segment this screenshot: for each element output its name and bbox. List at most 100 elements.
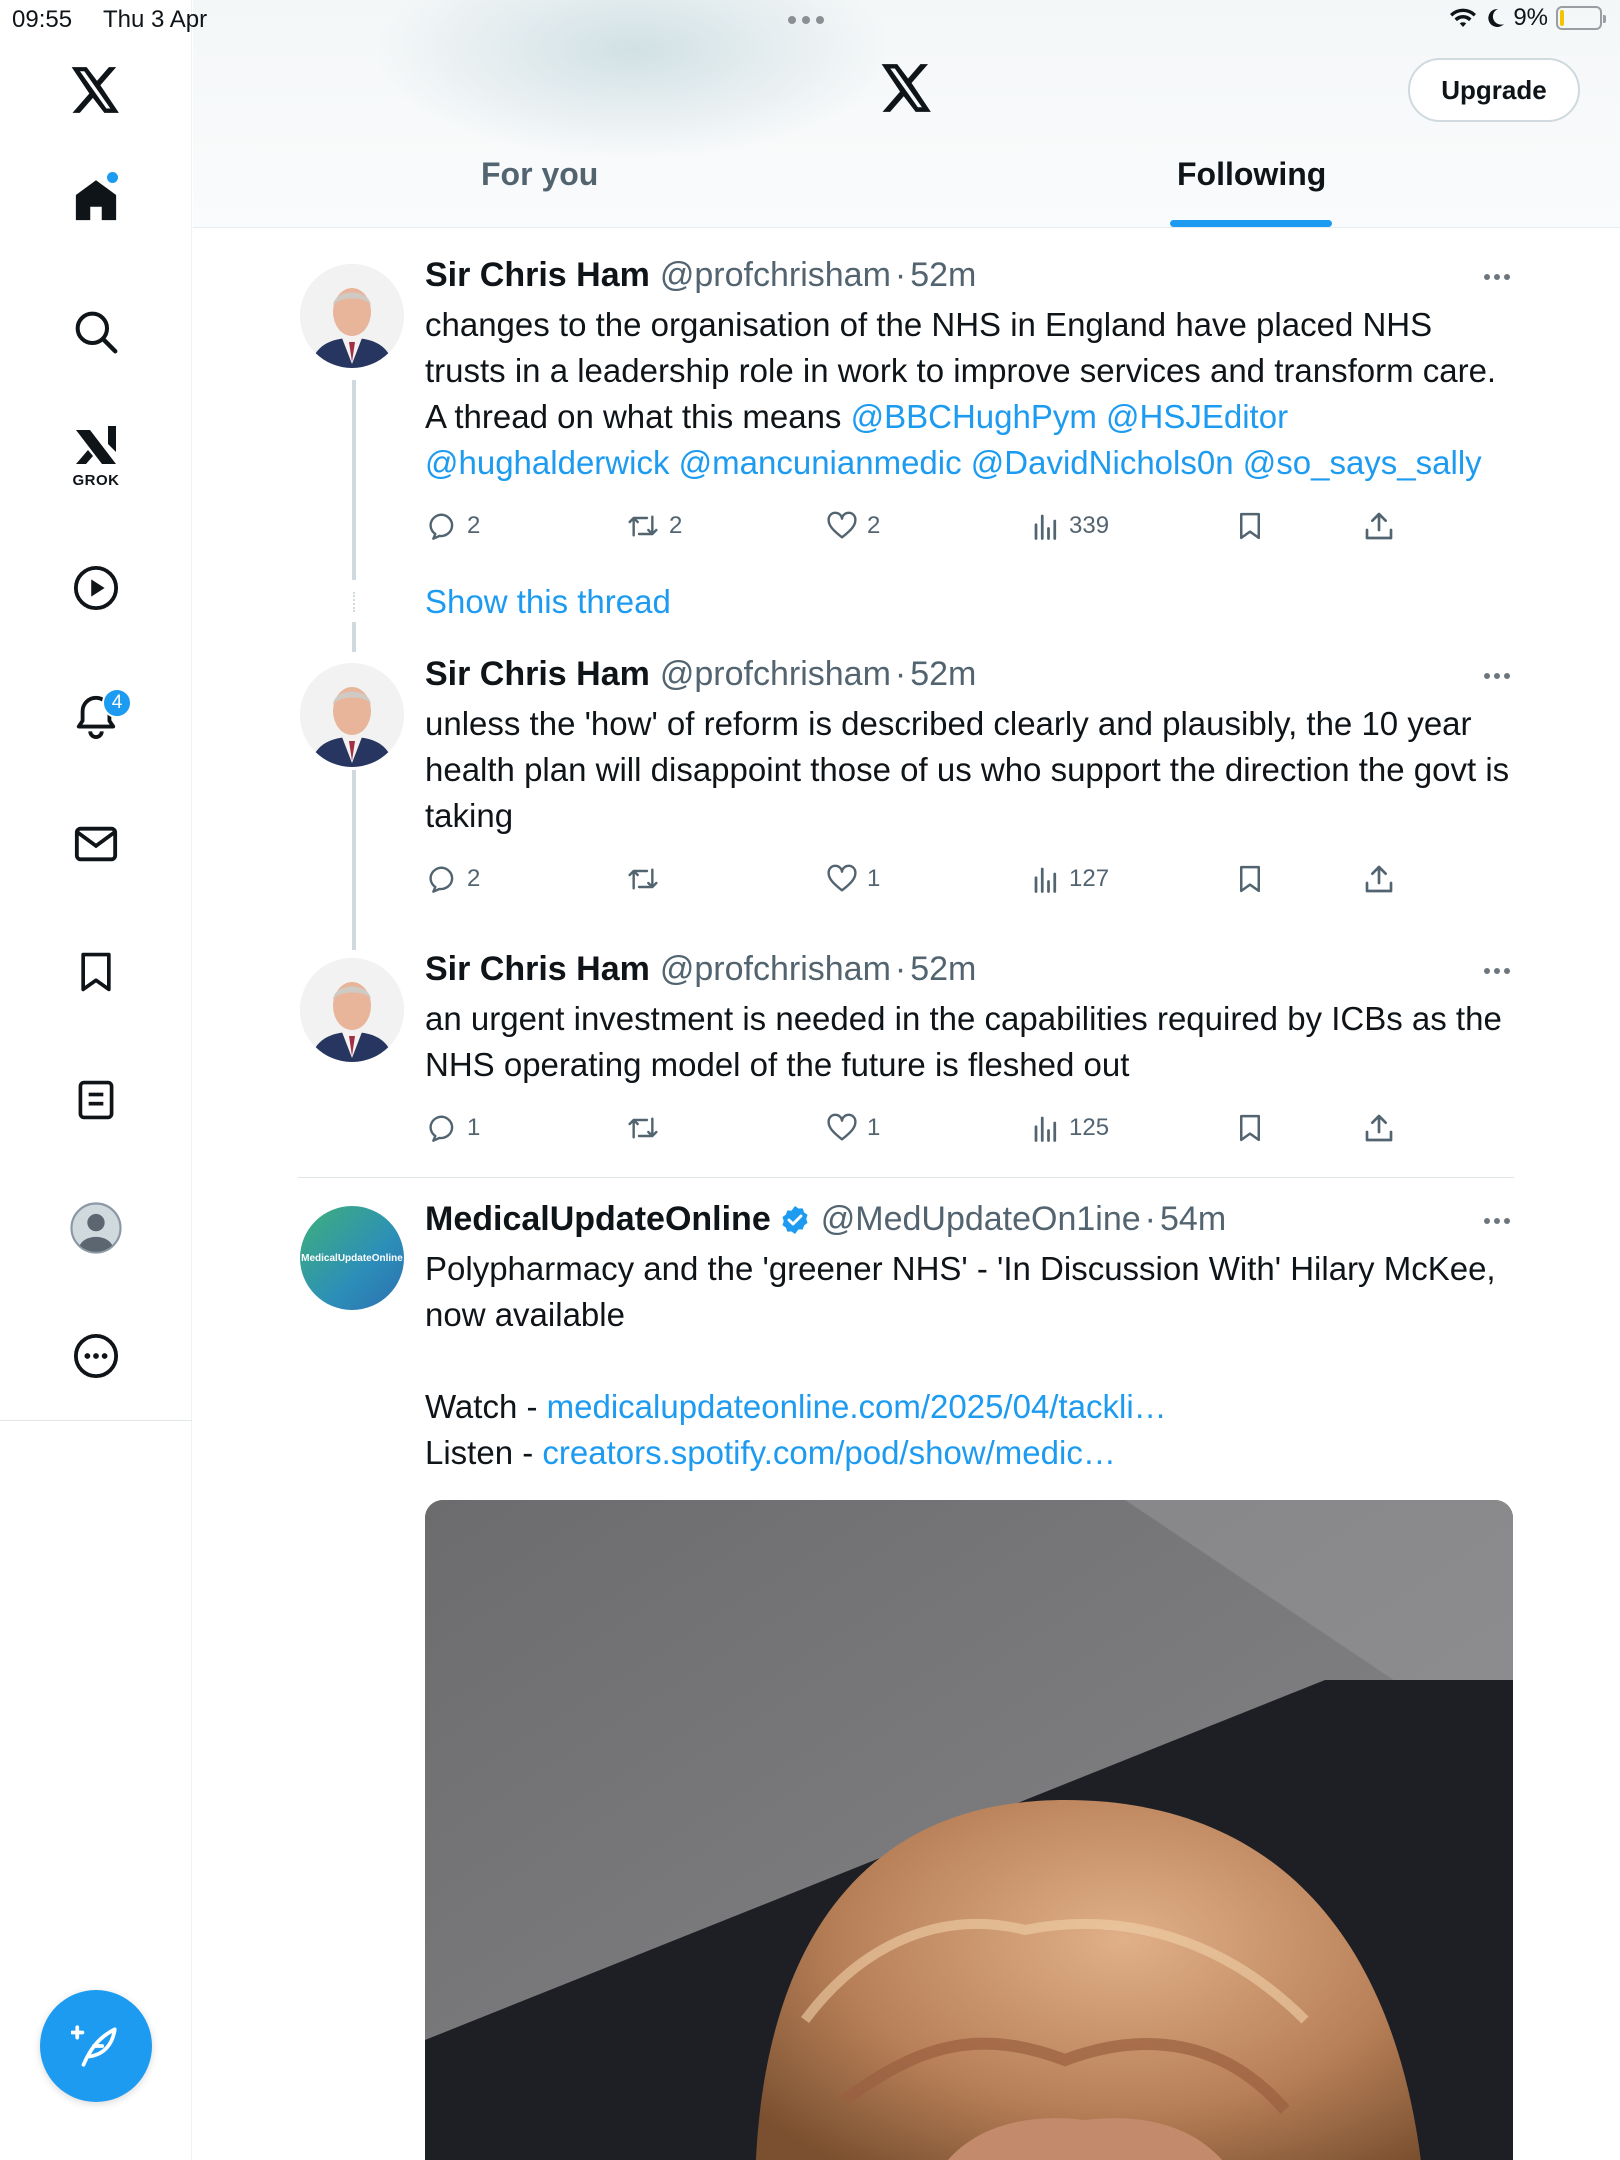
multitasking-dots-icon[interactable] xyxy=(788,16,824,24)
views-button[interactable]: 127 xyxy=(1031,863,1109,895)
avatar-photo xyxy=(300,663,404,767)
battery-fill xyxy=(1560,10,1564,26)
watch-link[interactable]: medicalupdateonline.com/2025/04/tackli… xyxy=(547,1388,1167,1425)
listen-link[interactable]: creators.spotify.com/pod/show/medic… xyxy=(542,1434,1115,1471)
sidebar-item-search[interactable] xyxy=(56,292,136,372)
reply-button[interactable]: 2 xyxy=(425,510,480,542)
status-right: 9% xyxy=(1449,4,1606,32)
share-button[interactable] xyxy=(1363,1111,1395,1145)
avatar[interactable] xyxy=(300,958,404,1062)
verified-badge-icon xyxy=(782,1205,808,1234)
tweet-time[interactable]: 52m xyxy=(910,950,976,989)
active-tab-indicator xyxy=(1170,220,1332,227)
sidebar: GROK 4 xyxy=(0,0,192,2160)
reply-icon xyxy=(429,513,454,540)
mention-link[interactable]: @mancunianmedic xyxy=(679,444,962,481)
author-name[interactable]: MedicalUpdateOnline xyxy=(425,1200,771,1239)
view-count: 339 xyxy=(1069,512,1110,539)
reply-button[interactable]: 1 xyxy=(425,1112,480,1144)
header-x-logo[interactable] xyxy=(881,64,933,117)
sidebar-item-more[interactable] xyxy=(56,1316,136,1396)
mention-link[interactable]: @BBCHughPym xyxy=(851,398,1097,435)
author-name[interactable]: Sir Chris Ham xyxy=(425,950,650,989)
avatar[interactable] xyxy=(300,663,404,767)
list-icon xyxy=(78,1080,114,1120)
avatar-photo xyxy=(300,264,404,368)
repost-button[interactable] xyxy=(625,1112,661,1144)
sidebar-item-home[interactable] xyxy=(56,160,136,240)
like-button[interactable]: 2 xyxy=(825,510,880,542)
tweet-text: Polypharmacy and the 'greener NHS' - 'In… xyxy=(425,1250,1496,1471)
repost-count: 2 xyxy=(669,512,683,539)
more-circle-icon xyxy=(73,1333,119,1379)
compose-feather-icon xyxy=(71,2025,117,2067)
author-handle[interactable]: @profchrisham xyxy=(660,950,891,989)
author-name[interactable]: Sir Chris Ham xyxy=(425,655,650,694)
sidebar-item-lists[interactable] xyxy=(56,1060,136,1140)
tweet[interactable]: Sir Chris Ham @profchrisham · 52m change… xyxy=(298,256,1514,636)
repost-button[interactable] xyxy=(625,863,661,895)
tweet-time[interactable]: 52m xyxy=(910,655,976,694)
views-chart-icon xyxy=(1034,867,1057,893)
x-logo-icon xyxy=(881,64,931,112)
tweet-time[interactable]: 54m xyxy=(1160,1200,1226,1239)
like-button[interactable]: 1 xyxy=(825,1112,880,1144)
avatar[interactable] xyxy=(300,264,404,368)
sidebar-divider xyxy=(0,1420,192,1421)
mention-link[interactable]: @hughalderwick xyxy=(425,444,669,481)
repost-button[interactable]: 2 xyxy=(625,510,682,542)
mail-icon xyxy=(74,826,118,862)
compose-post-button[interactable] xyxy=(40,1990,152,2102)
x-logo[interactable] xyxy=(56,50,136,130)
more-options-icon[interactable] xyxy=(1484,1218,1510,1224)
tab-for-you[interactable]: For you xyxy=(481,156,598,193)
bookmark-button[interactable] xyxy=(1235,509,1265,543)
avatar-logo-text: MedicalUpdateOnline xyxy=(301,1252,403,1264)
reply-count: 2 xyxy=(467,865,481,892)
sidebar-item-profile[interactable] xyxy=(56,1188,136,1268)
reply-icon xyxy=(429,866,454,893)
share-icon xyxy=(1365,865,1393,893)
views-button[interactable]: 339 xyxy=(1031,510,1109,542)
views-button[interactable]: 125 xyxy=(1031,1112,1109,1144)
tweet[interactable]: Sir Chris Ham @profchrisham · 52m an urg… xyxy=(298,950,1514,1150)
reply-button[interactable]: 2 xyxy=(425,863,480,895)
share-button[interactable] xyxy=(1363,862,1395,896)
tweet-header: Sir Chris Ham @profchrisham · 52m xyxy=(425,950,977,989)
avatar[interactable]: MedicalUpdateOnline xyxy=(300,1206,404,1310)
reply-count: 2 xyxy=(467,512,481,539)
bookmark-icon xyxy=(1240,1114,1260,1142)
more-options-icon[interactable] xyxy=(1484,673,1510,679)
sidebar-item-videos[interactable] xyxy=(56,548,136,628)
more-options-icon[interactable] xyxy=(1484,968,1510,974)
mention-link[interactable]: @DavidNichols0n xyxy=(971,444,1234,481)
bookmark-button[interactable] xyxy=(1235,862,1265,896)
mention-link[interactable]: @HSJEditor xyxy=(1106,398,1288,435)
author-handle[interactable]: @MedUpdateOn1ine xyxy=(821,1200,1141,1239)
tweet-video[interactable] xyxy=(425,1500,1513,2160)
author-handle[interactable]: @profchrisham xyxy=(660,256,891,295)
x-logo-icon xyxy=(71,67,119,113)
like-button[interactable]: 1 xyxy=(825,863,880,895)
sidebar-item-messages[interactable] xyxy=(56,804,136,884)
grok-icon xyxy=(76,425,116,464)
wifi-icon xyxy=(1450,8,1477,27)
share-button[interactable] xyxy=(1363,509,1395,543)
sidebar-item-notifications[interactable]: 4 xyxy=(56,676,136,756)
bookmark-button[interactable] xyxy=(1235,1111,1265,1145)
tab-following[interactable]: Following xyxy=(1177,156,1326,193)
reply-icon xyxy=(429,1115,454,1142)
tweet-time[interactable]: 52m xyxy=(910,256,976,295)
share-icon xyxy=(1365,512,1393,540)
author-handle[interactable]: @profchrisham xyxy=(660,655,891,694)
upgrade-button[interactable]: Upgrade xyxy=(1408,58,1580,122)
tweet[interactable]: Sir Chris Ham @profchrisham · 52m unless… xyxy=(298,655,1514,915)
sidebar-item-grok[interactable]: GROK xyxy=(56,416,136,496)
more-options-icon[interactable] xyxy=(1484,274,1510,280)
mention-link[interactable]: @so_says_sally xyxy=(1243,444,1482,481)
author-name[interactable]: Sir Chris Ham xyxy=(425,256,650,295)
video-frame-image xyxy=(425,1500,1513,2160)
sidebar-item-bookmarks[interactable] xyxy=(56,932,136,1012)
status-time: 09:55 xyxy=(12,6,73,33)
show-thread-link[interactable]: Show this thread xyxy=(425,583,671,621)
